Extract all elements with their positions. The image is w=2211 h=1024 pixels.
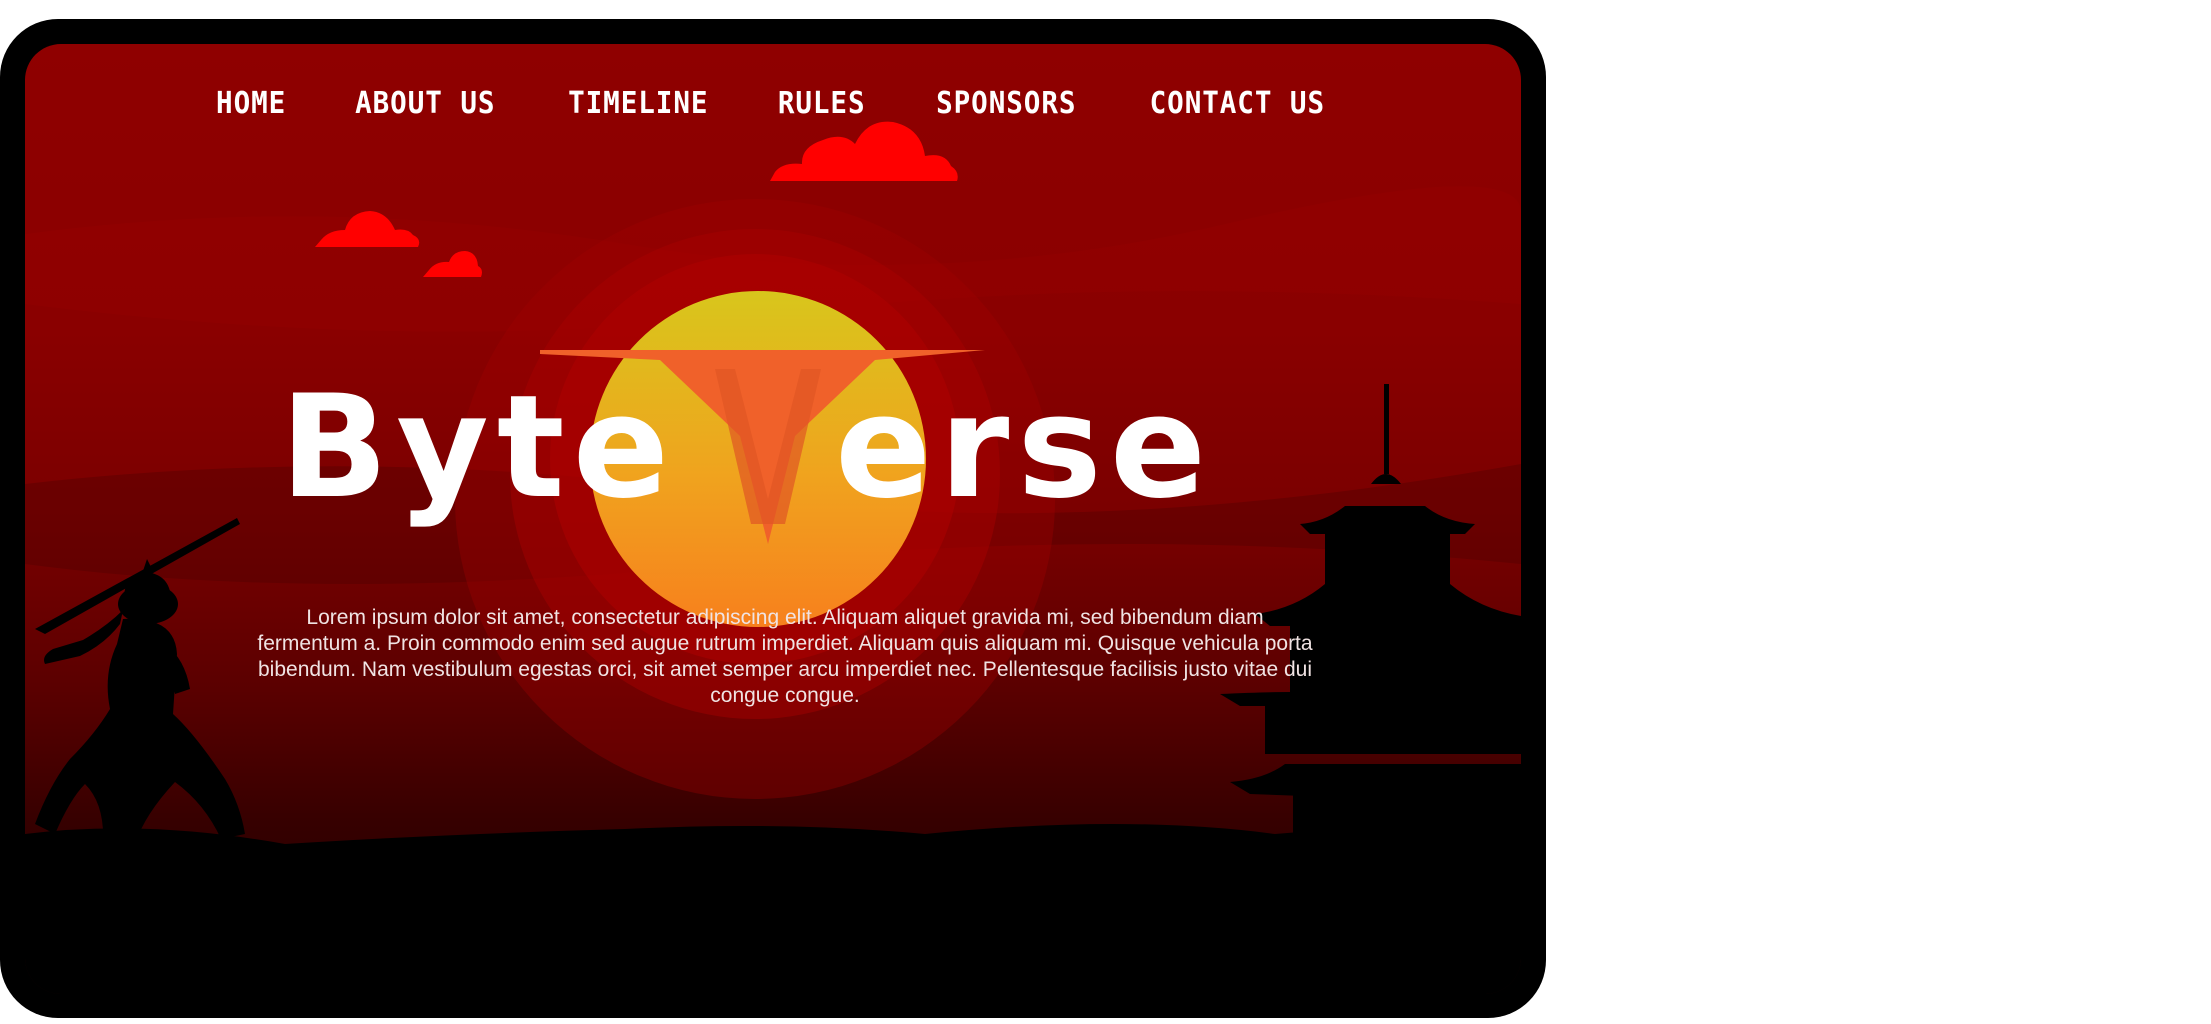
nav-rules[interactable]: RULES	[778, 86, 866, 121]
nav-timeline[interactable]: TIMELINE	[568, 86, 708, 121]
nav-about-us[interactable]: ABOUT US	[356, 86, 496, 121]
nav-sponsors[interactable]: SPONSORS	[936, 86, 1076, 121]
website-screen: HOME ABOUT US TIMELINE RULES SPONSORS CO…	[25, 44, 1521, 994]
main-nav: HOME ABOUT US TIMELINE RULES SPONSORS CO…	[25, 86, 1521, 121]
hero-description: Lorem ipsum dolor sit amet, consectetur …	[257, 606, 1313, 707]
nav-home[interactable]: HOME	[216, 86, 286, 121]
nav-contact-us[interactable]: CONTACT US	[1150, 86, 1325, 121]
sun	[590, 291, 926, 627]
cloud	[770, 121, 958, 181]
device-frame: HOME ABOUT US TIMELINE RULES SPONSORS CO…	[0, 19, 1546, 1018]
hero-scene	[25, 121, 1521, 994]
